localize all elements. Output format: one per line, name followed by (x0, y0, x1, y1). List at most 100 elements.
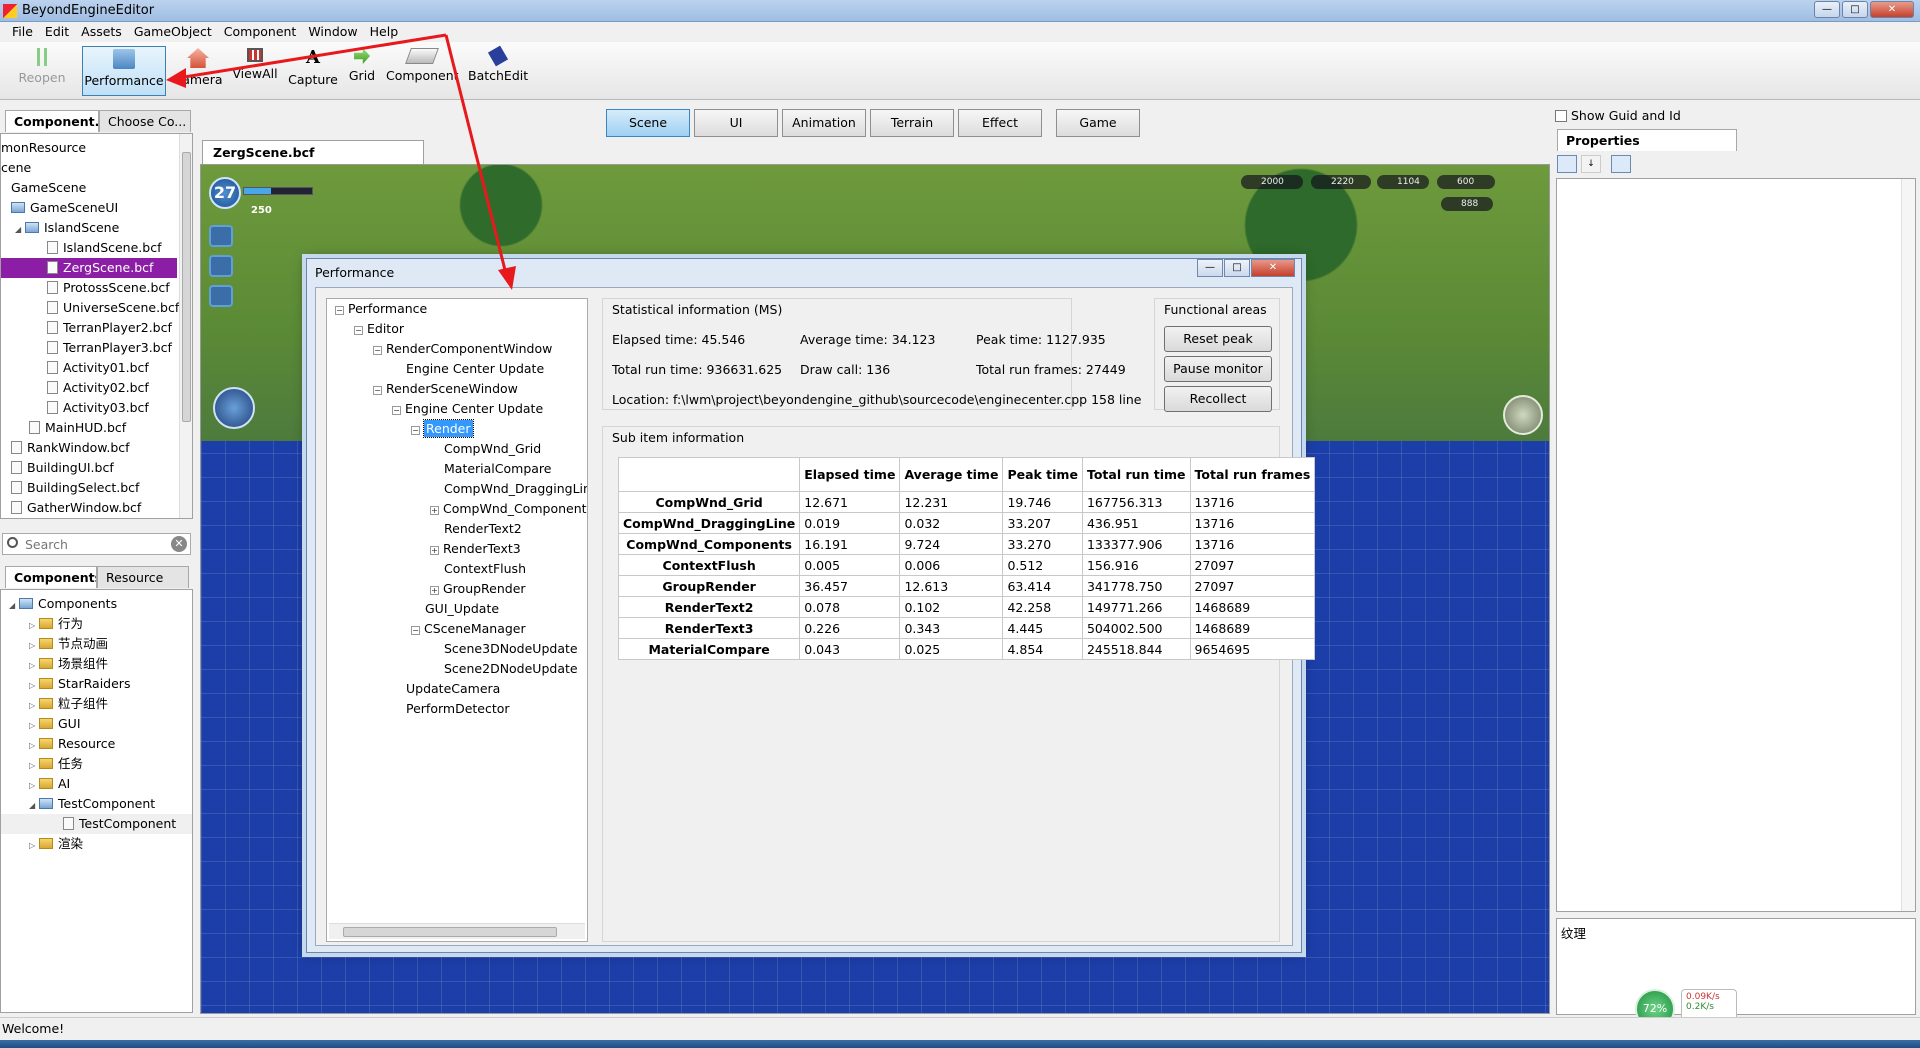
column-header[interactable] (617, 457, 801, 492)
perf-tree-item-selected[interactable]: − Render (411, 419, 474, 439)
collapse-icon[interactable]: − (411, 626, 420, 635)
perf-tree-item[interactable]: − Editor (354, 319, 404, 339)
tree-item[interactable]: ▷ 粒子组件 (29, 694, 108, 714)
reset-peak-button[interactable]: Reset peak (1164, 326, 1272, 352)
menu-gameobject[interactable]: GameObject (128, 22, 218, 42)
perf-tree-item[interactable]: Scene2DNodeUpdate (444, 659, 578, 679)
menu-help[interactable]: Help (364, 22, 405, 42)
side-button-3[interactable] (209, 285, 233, 307)
tree-item[interactable]: Activity02.bcf (47, 378, 149, 398)
tree-item[interactable]: GameSceneUI (11, 198, 118, 218)
table-row[interactable]: GroupRender 36.457 12.613 63.414 341778.750 2… (617, 575, 1316, 597)
tree-item[interactable]: ▷ StarRaiders (29, 674, 130, 694)
perf-tree-item[interactable]: − Performance (335, 299, 427, 319)
collapse-icon[interactable]: − (411, 426, 420, 435)
column-header[interactable]: Average time (899, 457, 1004, 492)
column-header[interactable]: Peak time (1002, 457, 1083, 492)
tree-item[interactable]: ▷ 行为 (29, 614, 83, 634)
expand-arrow-icon[interactable]: ▷ (29, 756, 39, 776)
expand-arrow-icon[interactable]: ▷ (29, 616, 39, 636)
tree-item[interactable]: ▷ Resource (29, 734, 115, 754)
collapse-icon[interactable]: − (354, 326, 363, 335)
collapse-icon[interactable]: − (335, 306, 344, 315)
tree-item[interactable]: monResource (1, 138, 86, 158)
action-button[interactable] (213, 387, 255, 429)
column-header[interactable]: Total run time (1081, 457, 1191, 492)
properties-grid[interactable] (1556, 178, 1916, 912)
expand-arrow-icon[interactable]: ▷ (29, 836, 39, 856)
performance-button[interactable]: Performance (82, 46, 166, 96)
tree-item[interactable]: IslandScene.bcf (47, 238, 161, 258)
perf-tree-item[interactable]: MaterialCompare (444, 459, 551, 479)
document-tab[interactable]: ZergScene.bcf (202, 140, 424, 164)
pause-monitor-button[interactable]: Pause monitor (1164, 356, 1272, 382)
show-guid-checkbox-row[interactable]: Show Guid and Id (1555, 108, 1681, 123)
scrollbar-thumb[interactable] (182, 152, 191, 422)
table-row[interactable]: ContextFlush 0.005 0.006 0.512 156.916 27097 (617, 554, 1316, 576)
perf-tree-item[interactable]: CompWnd_Grid (444, 439, 541, 459)
tree-item[interactable]: ▷ 节点动画 (29, 634, 108, 654)
menu-component[interactable]: Component (218, 22, 303, 42)
perf-close-button[interactable]: ✕ (1251, 259, 1295, 277)
perf-tree-item[interactable]: − CSceneManager (411, 619, 526, 639)
table-row[interactable]: RenderText2 0.078 0.102 42.258 149771.266 146… (617, 596, 1316, 618)
perf-tree-item[interactable]: + RenderText3 (430, 539, 521, 559)
radar-button[interactable] (1503, 395, 1543, 435)
expand-arrow-icon[interactable]: ▷ (29, 776, 39, 796)
tab-component[interactable]: Component... (5, 110, 99, 132)
tree-item[interactable]: ▷ 场景组件 (29, 654, 108, 674)
property-pages-icon[interactable] (1611, 155, 1631, 173)
perf-tree-item[interactable]: − Engine Center Update (392, 399, 543, 419)
tree-item[interactable]: BuildingSelect.bcf (11, 478, 139, 498)
tree-item[interactable]: MainHUD.bcf (29, 418, 126, 438)
side-button-1[interactable] (209, 225, 233, 247)
tree-item-selected[interactable]: ZergScene.bcf (1, 258, 177, 278)
tree-item[interactable]: GatherWindow.bcf (11, 498, 141, 518)
tree-item[interactable]: TestComponent (1, 814, 192, 834)
camera-button[interactable]: Camera (172, 46, 224, 96)
clear-search-icon[interactable]: ✕ (171, 536, 187, 552)
categorized-view-icon[interactable] (1557, 155, 1577, 173)
grid-button[interactable]: Grid (346, 46, 378, 96)
menu-assets[interactable]: Assets (75, 22, 128, 42)
column-header[interactable]: Elapsed time (799, 457, 901, 492)
collapse-arrow-icon[interactable]: ◢ (9, 596, 19, 616)
tab-properties[interactable]: Properties (1557, 129, 1737, 151)
perf-tree-item[interactable]: + CompWnd_Component (430, 499, 587, 519)
tab-effect[interactable]: Effect (958, 109, 1042, 137)
table-row[interactable]: CompWnd_DraggingLine 0.019 0.032 33.207 436.… (617, 512, 1316, 534)
horizontal-scrollbar[interactable] (329, 923, 585, 939)
component-button[interactable]: Component (386, 46, 459, 96)
viewall-button[interactable]: ViewAll (232, 46, 278, 96)
tab-ui[interactable]: UI (694, 109, 778, 137)
search-input[interactable] (25, 536, 165, 552)
perf-tree-item[interactable]: − RenderComponentWindow (373, 339, 552, 359)
capture-button[interactable]: A Capture (288, 46, 338, 96)
tree-item[interactable]: TerranPlayer2.bcf (47, 318, 172, 338)
table-row[interactable]: MaterialCompare 0.043 0.025 4.854 245518.844… (617, 638, 1316, 660)
tab-scene[interactable]: Scene (606, 109, 690, 137)
close-button[interactable]: ✕ (1870, 1, 1914, 18)
tab-resource[interactable]: Resource (97, 566, 189, 588)
minimize-button[interactable]: — (1814, 1, 1840, 18)
perf-tree-item[interactable]: ContextFlush (444, 559, 526, 579)
tree-item[interactable]: RankWindow.bcf (11, 438, 130, 458)
tree-item[interactable]: GameScene (11, 178, 86, 198)
tree-item[interactable]: BuildingUI.bcf (11, 458, 114, 478)
tree-item[interactable]: Activity01.bcf (47, 358, 149, 378)
expand-icon[interactable]: + (430, 586, 439, 595)
side-button-2[interactable] (209, 255, 233, 277)
expand-arrow-icon[interactable]: ▷ (29, 716, 39, 736)
perf-tree-item[interactable]: − RenderSceneWindow (373, 379, 518, 399)
vertical-scrollbar[interactable] (179, 134, 192, 518)
alphabetical-view-icon[interactable]: ↓ (1581, 155, 1601, 173)
tree-item[interactable]: ◢ TestComponent (29, 794, 155, 814)
tab-animation[interactable]: Animation (782, 109, 866, 137)
collapse-arrow-icon[interactable]: ◢ (29, 796, 39, 816)
perf-minimize-button[interactable]: — (1197, 259, 1223, 277)
tree-item[interactable]: ◢ Components (9, 594, 117, 614)
table-row[interactable]: CompWnd_Grid 12.671 12.231 19.746 167756.313… (617, 491, 1316, 513)
perf-tree-item[interactable]: RenderText2 (444, 519, 522, 539)
perf-tree-item[interactable]: + GroupRender (430, 579, 526, 599)
menu-window[interactable]: Window (302, 22, 363, 42)
